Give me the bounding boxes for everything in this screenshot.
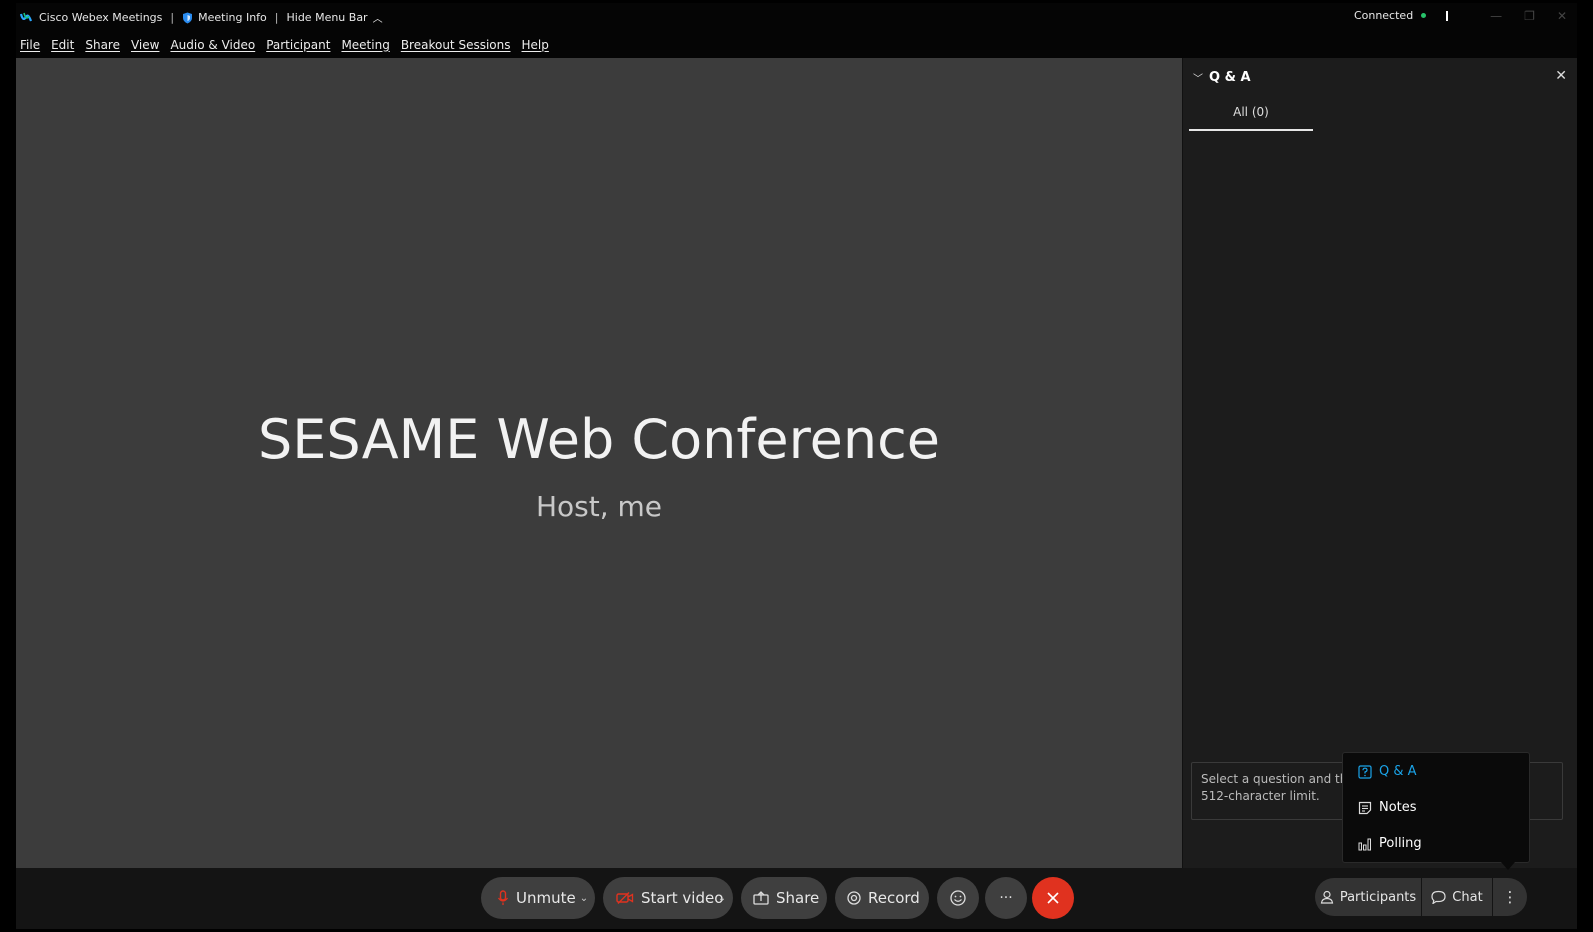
record-button[interactable]: Record — [835, 877, 929, 919]
popup-item-qa-label: Q & A — [1379, 764, 1417, 779]
restore-icon[interactable]: ❐ — [1524, 10, 1535, 22]
meeting-stage: SESAME Web Conference Host, me — [16, 58, 1182, 868]
leave-meeting-button[interactable] — [1032, 877, 1074, 919]
person-icon — [1320, 890, 1334, 904]
video-off-icon — [616, 891, 634, 905]
notes-icon — [1358, 801, 1372, 815]
unmute-label: Unmute — [516, 889, 576, 907]
connection-status: Connected — [1353, 9, 1414, 22]
question-icon — [1358, 764, 1372, 779]
menu-participant[interactable]: Participant — [266, 38, 330, 52]
popup-item-qa[interactable]: Q & A — [1358, 764, 1417, 779]
meeting-info-button[interactable]: Meeting Info — [182, 11, 267, 24]
share-icon — [753, 891, 769, 905]
audio-options-chevron-icon[interactable]: ⌄ — [573, 877, 595, 919]
menu-breakout-sessions[interactable]: Breakout Sessions — [401, 38, 511, 52]
menu-help[interactable]: Help — [522, 38, 549, 52]
share-button[interactable]: Share — [741, 877, 827, 919]
app-name: Cisco Webex Meetings — [39, 11, 163, 24]
poll-bar-chart-icon — [1358, 837, 1372, 851]
qa-panel-header[interactable]: ﹀ Q & A — [1193, 70, 1251, 85]
webex-logo-icon — [20, 12, 33, 22]
record-label: Record — [868, 889, 920, 907]
popup-item-notes[interactable]: Notes — [1358, 800, 1417, 815]
title-separator: | — [274, 11, 279, 24]
title-bar: Cisco Webex Meetings | Meeting Info | Hi… — [16, 3, 1577, 31]
chat-button[interactable]: Chat — [1422, 878, 1492, 916]
record-icon — [847, 891, 861, 905]
qa-panel: ﹀ Q & A ✕ All (0) Select a question and … — [1182, 58, 1577, 868]
popup-item-notes-label: Notes — [1379, 800, 1417, 815]
minimize-icon[interactable]: — — [1490, 10, 1502, 22]
qa-panel-title: Q & A — [1209, 70, 1251, 85]
chat-bubble-icon — [1431, 890, 1446, 904]
reactions-smiley-icon — [950, 890, 966, 906]
chevron-up-icon: ︿ — [372, 14, 383, 25]
start-video-button[interactable]: Start video ⌄ — [603, 877, 733, 919]
meeting-info-label: Meeting Info — [198, 11, 267, 24]
close-icon[interactable]: ✕ — [1555, 68, 1567, 84]
video-options-chevron-icon[interactable]: ⌄ — [711, 877, 733, 919]
tab-all-questions[interactable]: All (0) — [1189, 103, 1313, 131]
chevron-down-icon: ﹀ — [1193, 74, 1203, 85]
connected-status-dot-icon — [1421, 13, 1427, 18]
title-separator: | — [170, 11, 175, 24]
popup-item-polling[interactable]: Polling — [1358, 836, 1422, 851]
signal-bar-icon — [1446, 10, 1449, 21]
menu-edit[interactable]: Edit — [51, 38, 74, 52]
close-window-icon[interactable]: ✕ — [1557, 10, 1567, 22]
webex-window: Cisco Webex Meetings | Meeting Info | Hi… — [16, 3, 1577, 929]
menu-bar: File Edit Share View Audio & Video Parti… — [16, 31, 1577, 58]
menu-meeting[interactable]: Meeting — [341, 38, 389, 52]
muted-microphone-icon — [497, 890, 509, 906]
panels-popup-menu: Q & A Notes Polling — [1342, 752, 1530, 870]
chat-label: Chat — [1452, 889, 1483, 905]
hide-menu-bar-button[interactable]: Hide Menu Bar ︿ — [287, 10, 383, 25]
close-icon — [1047, 892, 1059, 904]
share-label: Share — [776, 889, 820, 907]
reactions-button[interactable] — [937, 877, 979, 919]
menu-file[interactable]: File — [20, 38, 40, 52]
meeting-control-bar: Unmute ⌄ Start video ⌄ Share Record ··· … — [16, 868, 1577, 929]
vertical-ellipsis-icon: ⋮ — [1502, 888, 1518, 906]
host-label: Host, me — [535, 490, 663, 523]
hide-menu-bar-label: Hide Menu Bar — [286, 11, 368, 24]
popup-caret — [1501, 862, 1515, 870]
menu-view[interactable]: View — [131, 38, 159, 52]
participants-button[interactable]: Participants — [1315, 878, 1421, 916]
more-panels-button[interactable]: ⋮ — [1493, 878, 1527, 916]
conference-title: SESAME Web Conference — [258, 408, 940, 471]
shield-icon — [183, 12, 193, 23]
participants-label: Participants — [1339, 889, 1417, 905]
popup-item-polling-label: Polling — [1379, 836, 1422, 851]
menu-share[interactable]: Share — [85, 38, 120, 52]
unmute-button[interactable]: Unmute ⌄ — [481, 877, 595, 919]
menu-audio-video[interactable]: Audio & Video — [170, 38, 255, 52]
more-options-button[interactable]: ··· — [985, 877, 1027, 919]
